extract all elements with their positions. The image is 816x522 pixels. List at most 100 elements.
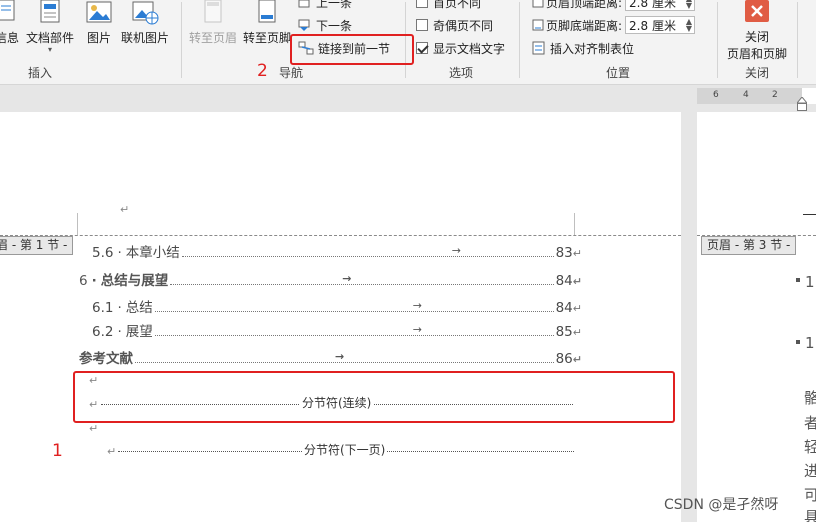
toc-page: 85: [555, 324, 573, 340]
bullet-icon: [796, 340, 800, 344]
crop-mark: [574, 213, 575, 235]
right-page-char: 骼: [804, 389, 816, 407]
header-distance-icon: [532, 0, 544, 8]
position-group-label: 位置: [606, 66, 631, 80]
toc-leader: →: [154, 299, 554, 312]
spin-arrows-icon[interactable]: ▲▼: [686, 18, 692, 33]
toc-number: 6.1: [92, 300, 114, 316]
close-header-footer-button[interactable]: 关闭 页眉和页脚: [727, 0, 787, 62]
next-button[interactable]: 下一条: [298, 15, 352, 35]
goto-header-label: 转至页眉: [189, 31, 238, 45]
group-separator: [797, 2, 798, 78]
toc-entry[interactable]: 5.6 · 本章小结 → 83 ↵: [92, 241, 582, 261]
picture-button[interactable]: 图片: [84, 0, 114, 46]
insert-align-tab-button[interactable]: 插入对齐制表位: [532, 38, 634, 58]
close-icon: [745, 0, 769, 22]
document-page-left[interactable]: [0, 112, 681, 522]
toc-page: 84: [555, 273, 573, 289]
checkbox-icon: [416, 0, 428, 8]
group-separator: [181, 2, 182, 78]
prev-button[interactable]: 上一条: [298, 0, 352, 12]
right-page-line: 1: [805, 273, 815, 291]
ruler-tick: 2: [772, 90, 778, 100]
doc-parts-button[interactable]: 文档部件 ▾: [26, 0, 74, 54]
footer-bottom-label: 页脚底端距离:: [546, 18, 623, 33]
next-icon: [298, 19, 312, 31]
doc-parts-label: 文档部件: [26, 31, 75, 45]
annotation-number-1: 1: [52, 441, 63, 461]
annotation-box-1: [73, 371, 675, 423]
right-page-char: 轻: [804, 438, 816, 456]
odd-even-different-checkbox[interactable]: 奇偶页不同: [416, 15, 493, 35]
insert-group-label: 插入: [28, 66, 53, 80]
toc-entry[interactable]: 6.2 · 展望 → 85 ↵: [92, 320, 582, 340]
crop-mark: [803, 214, 816, 215]
prev-label: 上一条: [316, 0, 353, 10]
footer-bottom-value: 2.8 厘米: [629, 18, 676, 33]
doc-info-label: 信息: [0, 31, 19, 45]
toc-entry[interactable]: 参考文献 → 86 ↵: [79, 347, 582, 367]
header-boundary-line: [0, 235, 681, 236]
picture-label: 图片: [86, 31, 111, 45]
right-page-char: 者: [804, 414, 816, 432]
ruler-tick: 4: [743, 90, 749, 100]
chevron-down-icon: ▾: [48, 45, 53, 54]
toc-title: 总结: [125, 300, 153, 316]
online-picture-button[interactable]: 联机图片: [121, 0, 169, 46]
first-page-different-checkbox[interactable]: 首页不同: [416, 0, 481, 12]
ruler-tick: 6: [713, 90, 719, 100]
toc-page: 84: [555, 300, 573, 316]
spin-arrows-icon[interactable]: ▲▼: [686, 0, 692, 10]
goto-header-icon: [198, 0, 228, 26]
options-group-label: 选项: [449, 66, 474, 80]
group-separator: [717, 2, 718, 78]
document-page-right[interactable]: [697, 112, 816, 522]
prev-icon: [298, 0, 312, 8]
checkbox-checked-icon: [416, 42, 428, 54]
goto-footer-button[interactable]: 转至页脚: [243, 0, 291, 46]
next-label: 下一条: [316, 18, 353, 33]
online-picture-icon: [130, 0, 160, 26]
right-page-char: 具: [804, 508, 816, 522]
toc-leader: →: [170, 272, 554, 285]
annotation-number-2: 2: [257, 61, 268, 81]
show-doc-text-checkbox[interactable]: 显示文档文字: [416, 38, 505, 58]
footer-bottom-distance-input[interactable]: 2.8 厘米 ▲ ▼: [625, 16, 696, 34]
group-separator: [519, 2, 520, 78]
goto-header-button[interactable]: 转至页眉: [189, 0, 237, 46]
header-top-distance-row: 页眉顶端距离: 2.8 厘米 ▲▼: [532, 0, 696, 12]
header-section-tag-left: 页眉 - 第 1 节 -: [0, 236, 74, 255]
doc-info-button[interactable]: 信息: [0, 0, 22, 46]
right-page-char: 进: [804, 462, 816, 480]
toc-leader: →: [135, 350, 554, 363]
paragraph-mark: ↵: [89, 422, 99, 435]
toc-number: 6.2: [92, 324, 114, 340]
align-tab-icon: [532, 41, 546, 55]
header-top-distance-input[interactable]: 2.8 厘米 ▲▼: [625, 0, 696, 11]
toc-page: 86: [555, 351, 573, 367]
page-gap: [681, 112, 697, 522]
nav-group-label: 导航: [279, 66, 304, 80]
footer-bottom-distance-row: 页脚底端距离: 2.8 厘米 ▲ ▼: [532, 15, 696, 35]
odd-even-label: 奇偶页不同: [433, 18, 494, 33]
toc-title: 参考文献: [79, 351, 133, 367]
toc-title: 总结与展望: [100, 273, 169, 289]
close-group-label: 关闭: [745, 66, 770, 80]
online-picture-label: 联机图片: [121, 31, 170, 45]
toc-title: 本章小结: [125, 245, 180, 261]
header-top-label: 页眉顶端距离:: [546, 0, 623, 10]
crop-mark: [77, 213, 78, 235]
toc-entry[interactable]: 6.1 · 总结 → 84 ↵: [92, 296, 582, 316]
toc-leader: →: [181, 244, 554, 257]
first-page-label: 首页不同: [433, 0, 482, 10]
close-label-line2: 页眉和页脚: [727, 47, 788, 61]
indent-marker-icon[interactable]: [795, 96, 809, 111]
header-top-value: 2.8 厘米: [629, 0, 676, 10]
toc-leader: →: [154, 323, 554, 336]
doc-parts-icon: [35, 0, 65, 26]
toc-entry[interactable]: 6 · 总结与展望 → 84 ↵: [79, 269, 582, 289]
bullet-icon: [796, 278, 800, 282]
vertical-ruler: 6 4 2: [697, 88, 802, 104]
section-break-next-page-label: 分节符(下一页): [302, 441, 388, 458]
picture-icon: [84, 0, 114, 26]
